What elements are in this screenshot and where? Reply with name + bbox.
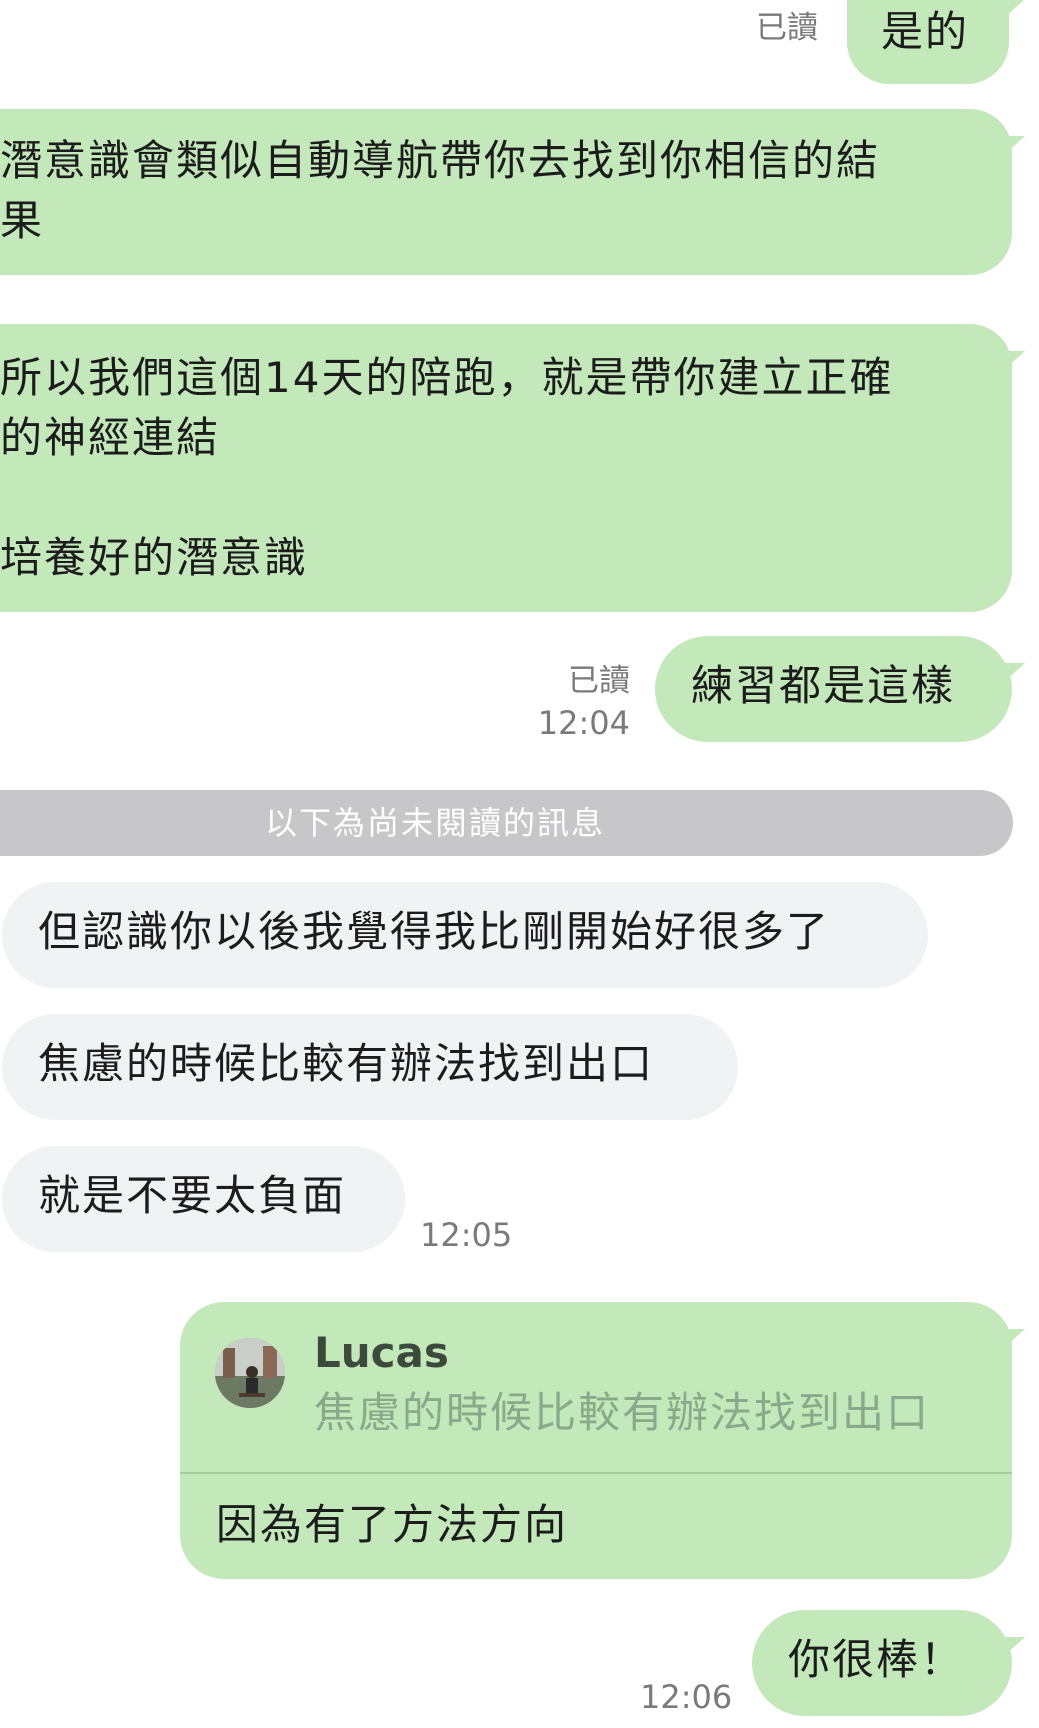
message-text: 焦慮的時候比較有辦法找到出口 (38, 1039, 655, 1088)
timestamp: 12:06 (640, 1678, 733, 1716)
message-meta: 已讀 12:04 (520, 660, 630, 744)
message-text: 因為有了方法方向 (216, 1500, 569, 1549)
unread-divider: 以下為尚未閱讀的訊息 (0, 790, 1013, 856)
read-receipt: 已讀 (756, 10, 818, 46)
bubble-tail (1005, 136, 1025, 154)
message-bubble-incoming[interactable]: 但認識你以後我覺得我比剛開始好很多了 (2, 882, 928, 988)
reply-quoted-text: 焦慮的時候比較有辦法找到出口 (314, 1388, 931, 1437)
bubble-tail (1005, 1637, 1025, 1655)
message-text: 就是不要太負面 (38, 1171, 347, 1220)
read-receipt: 已讀 (568, 663, 630, 699)
message-text: 是的 (881, 7, 970, 56)
bubble-tail (1005, 1329, 1025, 1347)
message-text: 你很棒！ (788, 1635, 965, 1684)
message-bubble-incoming[interactable]: 焦慮的時候比較有辦法找到出口 (2, 1014, 738, 1120)
unread-divider-label: 以下為尚未閱讀的訊息 (264, 804, 605, 842)
message-bubble-outgoing[interactable]: 你很棒！ (752, 1610, 1012, 1716)
message-bubble-outgoing[interactable]: 所以我們這個14天的陪跑，就是帶你建立正確 的神經連結 培養好的潛意識 (0, 324, 1012, 612)
timestamp: 12:04 (537, 704, 630, 742)
avatar-photo-icon (215, 1338, 285, 1408)
message-bubble-outgoing[interactable]: 潛意識會類似自動導航帶你去找到你相信的結 果 (0, 109, 1012, 275)
message-text: 練習都是這樣 (691, 661, 956, 710)
bubble-tail (1005, 351, 1025, 369)
message-bubble-outgoing[interactable]: 練習都是這樣 (655, 636, 1012, 742)
bubble-tail (1004, 0, 1024, 18)
reply-sender-name: Lucas (314, 1328, 449, 1377)
message-text: 但認識你以後我覺得我比剛開始好很多了 (38, 907, 831, 956)
avatar (215, 1338, 285, 1408)
reply-message-bubble[interactable]: Lucas 焦慮的時候比較有辦法找到出口 因為有了方法方向 (180, 1302, 1012, 1579)
message-bubble-outgoing[interactable]: 是的 (847, 0, 1009, 84)
message-bubble-incoming[interactable]: 就是不要太負面 (2, 1146, 405, 1252)
reply-separator (180, 1472, 1012, 1474)
message-text: 潛意識會類似自動導航帶你去找到你相信的結 果 (0, 136, 881, 245)
message-text: 所以我們這個14天的陪跑，就是帶你建立正確 的神經連結 培養好的潛意識 (0, 353, 894, 582)
bubble-tail (1005, 663, 1025, 681)
timestamp: 12:05 (420, 1216, 513, 1254)
